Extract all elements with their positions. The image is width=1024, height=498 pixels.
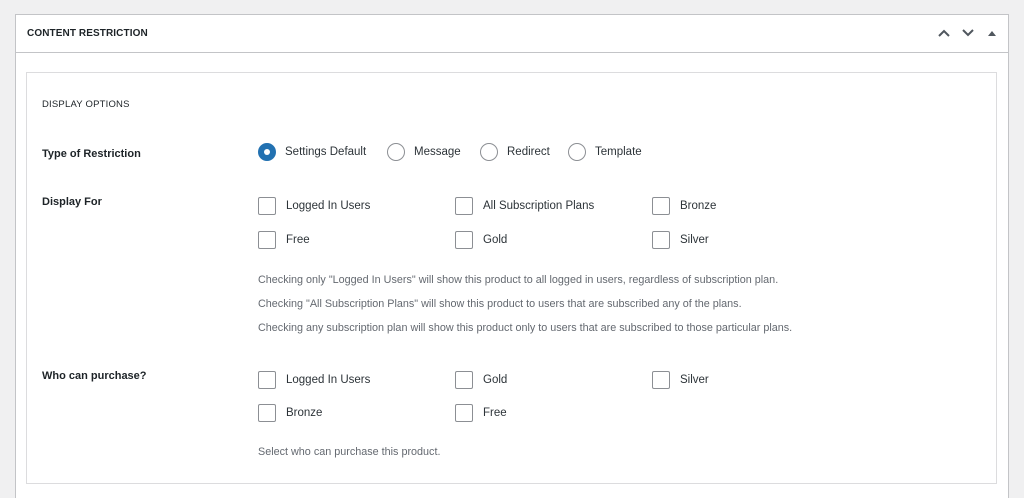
purchase-gold[interactable]: Gold <box>455 371 507 389</box>
checkbox[interactable] <box>455 197 473 215</box>
checkbox-label: Gold <box>483 234 508 246</box>
radio-label: Message <box>414 146 461 158</box>
checkbox-label: Silver <box>680 234 709 246</box>
checkbox-label: Logged In Users <box>286 374 371 386</box>
checkbox-label: Free <box>483 407 507 419</box>
display-for-free[interactable]: Free <box>258 231 310 249</box>
caret-up-icon[interactable] <box>984 25 1000 41</box>
display-for-bronze[interactable]: Bronze <box>652 197 716 215</box>
radio-message[interactable]: Message <box>387 143 461 161</box>
chevron-down-icon[interactable] <box>960 25 976 41</box>
who-can-purchase-help: Select who can purchase this product. <box>258 446 441 458</box>
display-for-gold[interactable]: Gold <box>455 231 507 249</box>
checkbox[interactable] <box>258 231 276 249</box>
checkbox-label: Logged In Users <box>286 200 371 212</box>
checkbox[interactable] <box>258 197 276 215</box>
checkbox[interactable] <box>652 231 670 249</box>
display-for-logged-in-users[interactable]: Logged In Users <box>258 197 370 215</box>
checkbox[interactable] <box>455 404 473 422</box>
section-title: DISPLAY OPTIONS <box>42 99 130 110</box>
radio-template[interactable]: Template <box>568 143 642 161</box>
radio-redirect[interactable]: Redirect <box>480 143 550 161</box>
checkbox[interactable] <box>652 197 670 215</box>
radio-button[interactable] <box>387 143 405 161</box>
purchase-logged-in-users[interactable]: Logged In Users <box>258 371 370 389</box>
checkbox-label: Bronze <box>286 407 323 419</box>
display-options-panel: DISPLAY OPTIONS Type of Restriction Sett… <box>26 72 997 484</box>
checkbox[interactable] <box>455 231 473 249</box>
checkbox[interactable] <box>258 404 276 422</box>
purchase-silver[interactable]: Silver <box>652 371 709 389</box>
checkbox-label: Free <box>286 234 310 246</box>
radio-settings-default[interactable]: Settings Default <box>258 143 366 161</box>
radio-button[interactable] <box>568 143 586 161</box>
radio-label: Redirect <box>507 146 550 158</box>
display-for-help-2: Checking "All Subscription Plans" will s… <box>258 298 742 310</box>
checkbox[interactable] <box>258 371 276 389</box>
who-can-purchase-label: Who can purchase? <box>42 370 147 382</box>
box-header: CONTENT RESTRICTION <box>16 15 1008 53</box>
display-for-help-1: Checking only "Logged In Users" will sho… <box>258 274 779 286</box>
checkbox-label: Gold <box>483 374 508 386</box>
radio-button[interactable] <box>480 143 498 161</box>
type-of-restriction-label: Type of Restriction <box>42 148 141 160</box>
radio-label: Template <box>595 146 642 158</box>
radio-button[interactable] <box>258 143 276 161</box>
checkbox[interactable] <box>455 371 473 389</box>
display-for-label: Display For <box>42 196 102 208</box>
display-for-silver[interactable]: Silver <box>652 231 709 249</box>
radio-label: Settings Default <box>285 146 367 158</box>
purchase-free[interactable]: Free <box>455 404 507 422</box>
box-handle-actions <box>928 25 1000 41</box>
checkbox-label: All Subscription Plans <box>483 200 595 212</box>
display-for-all-subscription-plans[interactable]: All Subscription Plans <box>455 197 594 215</box>
box-title: CONTENT RESTRICTION <box>27 28 148 39</box>
display-for-help-3: Checking any subscription plan will show… <box>258 322 793 334</box>
checkbox-label: Silver <box>680 374 709 386</box>
purchase-bronze[interactable]: Bronze <box>258 404 322 422</box>
checkbox-label: Bronze <box>680 200 717 212</box>
chevron-up-icon[interactable] <box>936 25 952 41</box>
checkbox[interactable] <box>652 371 670 389</box>
content-restriction-box: CONTENT RESTRICTION DISPLAY OPTIONS Type… <box>15 14 1009 498</box>
